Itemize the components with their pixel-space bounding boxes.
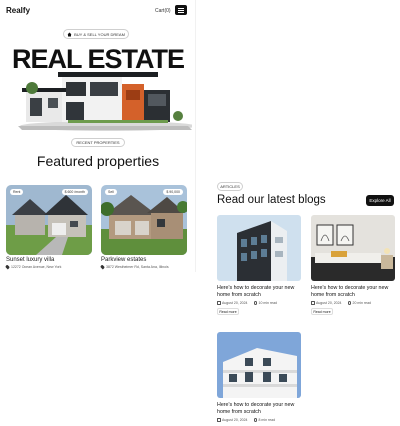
location-pin-icon bbox=[5, 264, 10, 270]
calendar-icon bbox=[217, 301, 221, 305]
property-card[interactable]: Rent $ 600 /month bbox=[6, 185, 92, 255]
featured-heading: Featured properties bbox=[36, 153, 160, 169]
articles-tag: ARTICLES bbox=[217, 182, 243, 191]
hamburger-menu-icon[interactable] bbox=[175, 5, 187, 15]
listing-type-badge: Rent bbox=[10, 189, 24, 195]
blog-title[interactable]: Here's how to decorate your new home fro… bbox=[217, 285, 301, 298]
blog-image[interactable] bbox=[217, 215, 301, 281]
blog-read-time: 20 min read bbox=[352, 301, 371, 305]
location-pin-icon bbox=[100, 264, 105, 270]
property-name[interactable]: Parkview estates bbox=[101, 257, 146, 263]
clock-icon bbox=[347, 301, 351, 305]
clock-icon bbox=[253, 418, 257, 422]
calendar-icon bbox=[311, 301, 315, 305]
hero-tag-label: BUY & SELL YOUR DREAM bbox=[74, 31, 125, 37]
blog-card[interactable]: Here's how to decorate your new home fro… bbox=[217, 332, 301, 422]
blog-image[interactable] bbox=[311, 215, 395, 281]
hero-house-image bbox=[8, 56, 195, 132]
home-screen: Realfy Cart(0) BUY & SELL YOUR DREAM REA… bbox=[0, 0, 196, 272]
blog-date: August 20, 2024 bbox=[222, 301, 248, 305]
blog-image[interactable] bbox=[217, 332, 301, 398]
listing-type-badge: Sell bbox=[105, 189, 117, 195]
blog-title[interactable]: Here's how to decorate your new home fro… bbox=[217, 402, 301, 415]
blogs-section: ARTICLES Read our latest blogs Explore A… bbox=[205, 173, 400, 426]
blog-meta: August 20, 2024 10 min read bbox=[217, 301, 301, 305]
top-navigation: Realfy Cart(0) bbox=[0, 0, 195, 22]
hero-tag: BUY & SELL YOUR DREAM bbox=[63, 29, 129, 39]
cart-link[interactable]: Cart(0) bbox=[155, 8, 171, 14]
brand-logo[interactable]: Realfy bbox=[6, 6, 30, 15]
property-address: 3872 Westheimer Rd, Santa Ana, Illinois bbox=[100, 264, 169, 270]
blogs-heading: Read our latest blogs bbox=[217, 194, 326, 206]
recent-properties-tag: RECENT PROPERTIES bbox=[71, 138, 125, 147]
blog-read-time: 8 min read bbox=[258, 418, 276, 422]
blog-title[interactable]: Here's how to decorate your new home fro… bbox=[311, 285, 395, 298]
blog-card[interactable]: Here's how to decorate your new home fro… bbox=[311, 215, 395, 315]
property-address-text: 3872 Westheimer Rd, Santa Ana, Illinois bbox=[106, 265, 169, 269]
read-more-button[interactable]: Read more bbox=[217, 308, 239, 315]
property-card[interactable]: Sell $ 90,000 bbox=[101, 185, 187, 255]
property-address-text: 12272 Ocean Avenue, New York bbox=[11, 265, 62, 269]
explore-all-button[interactable]: Explore All bbox=[366, 195, 394, 206]
price-badge: $ 90,000 bbox=[163, 189, 183, 195]
clock-icon bbox=[253, 301, 257, 305]
property-name[interactable]: Sunset luxury villa bbox=[6, 257, 54, 263]
blog-meta: August 20, 2024 8 min read bbox=[217, 418, 301, 422]
home-icon bbox=[67, 32, 72, 37]
price-badge: $ 600 /month bbox=[61, 189, 88, 195]
calendar-icon bbox=[217, 418, 221, 422]
blog-date: August 20, 2024 bbox=[222, 418, 248, 422]
blog-date: August 20, 2024 bbox=[316, 301, 342, 305]
blog-card[interactable]: Here's how to decorate your new home fro… bbox=[217, 215, 301, 315]
property-address: 12272 Ocean Avenue, New York bbox=[5, 264, 62, 270]
blog-read-time: 10 min read bbox=[258, 301, 277, 305]
read-more-button[interactable]: Read more bbox=[311, 308, 333, 315]
blog-meta: August 20, 2024 20 min read bbox=[311, 301, 395, 305]
